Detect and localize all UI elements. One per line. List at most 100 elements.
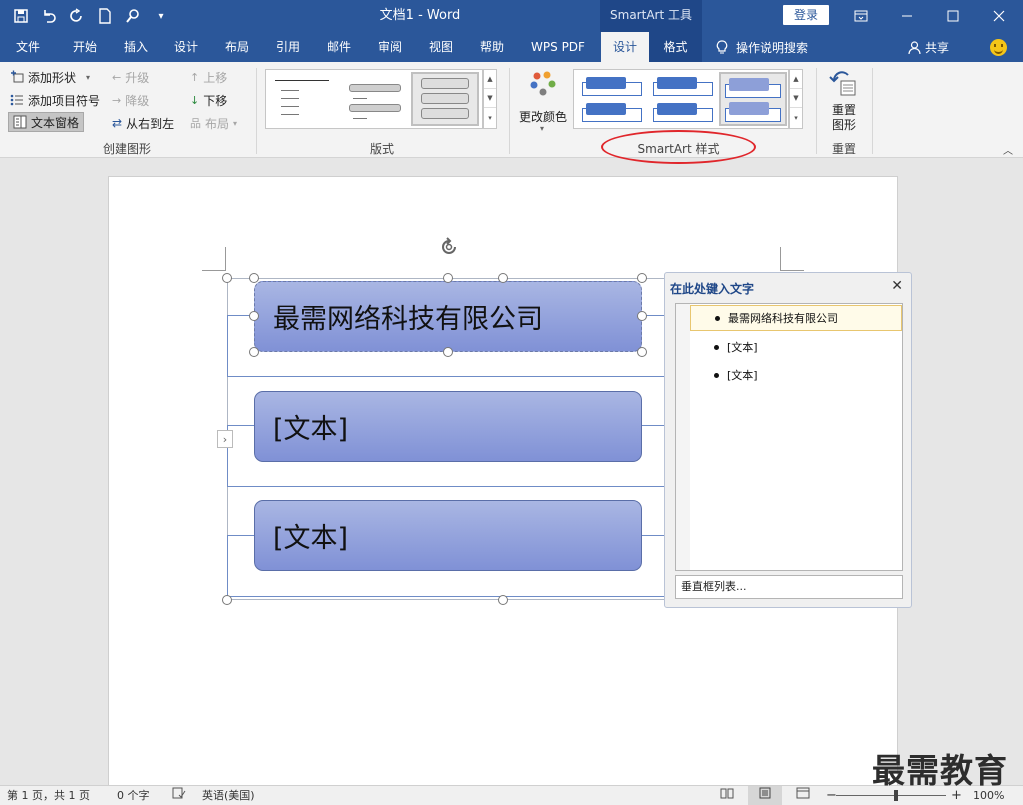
redo-icon[interactable] <box>66 5 88 27</box>
org-chart-icon: 品 <box>190 117 201 130</box>
maximize-icon[interactable] <box>930 0 976 32</box>
bullet-list-icon <box>10 94 23 106</box>
text-pane-list[interactable]: 最需网络科技有限公司 [文本] [文本] <box>675 303 903 571</box>
tab-references[interactable]: 引用 <box>266 32 310 62</box>
tab-review[interactable]: 审阅 <box>368 32 412 62</box>
resize-handle[interactable] <box>249 311 259 321</box>
minimize-icon[interactable] <box>884 0 930 32</box>
language-indicator[interactable]: 英语(美国) <box>202 786 255 805</box>
reset-graphic-button[interactable]: 重置 图形 <box>822 68 866 134</box>
layout-thumb-1[interactable] <box>270 73 334 125</box>
tab-mailings[interactable]: 邮件 <box>317 32 361 62</box>
undo-icon[interactable] <box>38 5 60 27</box>
move-up-button[interactable]: ↑ 上移 <box>190 67 227 87</box>
smartart-shape-2[interactable]: [文本] <box>254 391 642 462</box>
resize-handle[interactable] <box>637 273 647 283</box>
style-thumb-2[interactable] <box>648 73 716 125</box>
frame-resize-handle[interactable] <box>498 595 508 605</box>
list-item[interactable]: [文本] <box>690 334 902 360</box>
read-mode-icon[interactable] <box>720 786 734 805</box>
add-shape-button[interactable]: 添加形状 ▾ <box>10 67 90 87</box>
add-bullet-button[interactable]: 添加项目符号 <box>10 90 100 110</box>
gallery-more-icon[interactable]: ▾ <box>484 108 496 127</box>
resize-handle[interactable] <box>249 347 259 357</box>
scroll-up-icon[interactable]: ▲ <box>790 70 802 90</box>
web-layout-icon[interactable] <box>796 786 810 805</box>
tab-help[interactable]: 帮助 <box>470 32 514 62</box>
search-icon[interactable] <box>122 5 144 27</box>
tab-smartart-design[interactable]: 设计 <box>601 32 649 62</box>
change-colors-button[interactable]: 更改颜色 ▾ <box>516 68 570 138</box>
resize-handle[interactable] <box>637 347 647 357</box>
group-label-layouts: 版式 <box>369 142 394 156</box>
text-pane-button[interactable]: 文本窗格 <box>8 112 85 132</box>
tab-wps-pdf[interactable]: WPS PDF <box>522 32 594 62</box>
smartart-styles-gallery[interactable] <box>573 69 789 129</box>
tab-home[interactable]: 开始 <box>62 32 108 62</box>
right-to-left-button[interactable]: ⇄ 从右到左 <box>112 113 174 133</box>
smartart-shape-1[interactable]: 最需网络科技有限公司 <box>254 281 642 352</box>
smartart-shape-3[interactable]: [文本] <box>254 500 642 571</box>
ribbon-tabs: 文件 开始 插入 设计 布局 引用 邮件 审阅 视图 帮助 WPS PDF 设计… <box>0 32 1023 62</box>
list-item[interactable]: [文本] <box>690 362 902 388</box>
style-thumb-1[interactable] <box>577 73 645 125</box>
smartart-text-pane: 在此处键入文字 ✕ 最需网络科技有限公司 [文本] [文本] 垂直框列表... <box>664 272 912 608</box>
demote-button[interactable]: → 降级 <box>112 90 149 110</box>
scroll-up-icon[interactable]: ▲ <box>484 70 496 90</box>
proofing-icon[interactable] <box>172 786 186 805</box>
frame-resize-handle[interactable] <box>498 273 508 283</box>
tab-insert[interactable]: 插入 <box>114 32 158 62</box>
layout-thumb-2[interactable] <box>340 73 406 125</box>
list-item[interactable]: 最需网络科技有限公司 <box>690 305 902 331</box>
feedback-smiley-icon[interactable] <box>990 39 1007 56</box>
customize-qat-icon[interactable]: ▾ <box>150 5 172 27</box>
resize-handle[interactable] <box>637 311 647 321</box>
resize-handle[interactable] <box>443 347 453 357</box>
text-pane-toggle-icon[interactable]: › <box>217 430 233 448</box>
scroll-down-icon[interactable]: ▼ <box>790 89 802 109</box>
reset-graphic-label: 重置 图形 <box>831 103 856 132</box>
arrow-down-icon: ↓ <box>190 93 200 107</box>
close-icon[interactable] <box>976 0 1022 32</box>
zoom-slider[interactable] <box>836 795 946 796</box>
bullet-icon <box>714 344 719 350</box>
tab-smartart-format[interactable]: 格式 <box>649 32 702 62</box>
arrow-left-icon: ← <box>112 70 122 84</box>
print-layout-icon[interactable] <box>748 786 782 805</box>
new-document-icon[interactable] <box>94 5 116 27</box>
tab-design[interactable]: 设计 <box>164 32 208 62</box>
layout-button[interactable]: 品 布局 ▾ <box>190 113 237 133</box>
quick-access-toolbar: ▾ <box>10 0 172 32</box>
resize-handle[interactable] <box>443 273 453 283</box>
layout-description-link[interactable]: 垂直框列表... <box>675 575 903 599</box>
scroll-down-icon[interactable]: ▼ <box>484 89 496 109</box>
style-thumb-3-selected[interactable] <box>719 72 787 126</box>
frame-resize-handle[interactable] <box>222 595 232 605</box>
add-shape-icon <box>11 70 24 83</box>
page-count[interactable]: 第 1 页，共 1 页 <box>7 786 90 805</box>
layouts-gallery[interactable] <box>265 69 483 129</box>
promote-button[interactable]: ← 升级 <box>112 67 149 87</box>
tab-layout[interactable]: 布局 <box>215 32 259 62</box>
share-button[interactable]: 共享 <box>908 32 949 62</box>
group-divider <box>509 68 510 154</box>
word-count[interactable]: 0 个字 <box>117 786 150 805</box>
tab-view[interactable]: 视图 <box>419 32 463 62</box>
ribbon-display-options-icon[interactable] <box>838 0 884 32</box>
login-button[interactable]: 登录 <box>783 5 829 25</box>
styles-gallery-scroll[interactable]: ▲ ▼ ▾ <box>789 69 803 129</box>
collapse-ribbon-icon[interactable]: ︿ <box>1003 142 1015 157</box>
close-icon[interactable]: ✕ <box>891 278 903 294</box>
save-icon[interactable] <box>10 5 32 27</box>
layouts-gallery-scroll[interactable]: ▲ ▼ ▾ <box>483 69 497 129</box>
move-down-button[interactable]: ↓ 下移 <box>190 90 227 110</box>
rotate-handle-icon[interactable] <box>437 235 461 259</box>
group-label-create-graphic: 创建图形 <box>102 142 151 156</box>
layout-thumb-3-selected[interactable] <box>411 72 479 126</box>
tab-file[interactable]: 文件 <box>8 32 48 62</box>
chevron-down-icon: ▾ <box>233 118 238 128</box>
resize-handle[interactable] <box>249 273 259 283</box>
frame-resize-handle[interactable] <box>222 273 232 283</box>
gallery-more-icon[interactable]: ▾ <box>790 108 802 127</box>
tell-me-search[interactable]: 操作说明搜索 <box>716 32 808 62</box>
